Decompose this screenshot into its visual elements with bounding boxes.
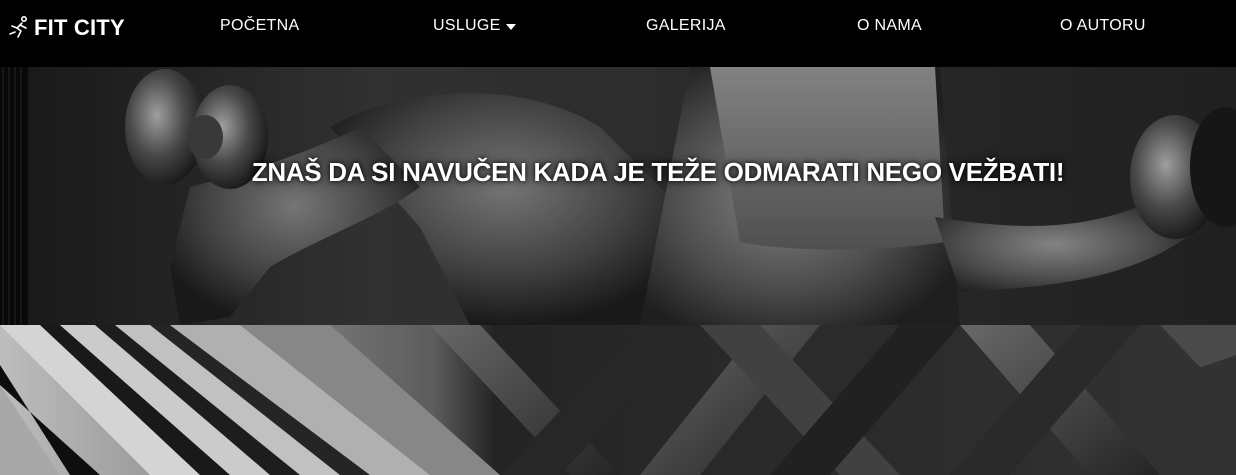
nav-item-galerija[interactable]: GALERIJA xyxy=(646,17,726,35)
nav-item-o-nama[interactable]: O NAMA xyxy=(857,17,922,35)
hero-title: ZNAŠ DA SI NAVUČEN KADA JE TEŽE ODMARATI… xyxy=(251,157,1065,187)
secondary-banner xyxy=(0,325,1236,475)
brand-name: FIT CITY xyxy=(34,15,125,40)
top-navbar: FIT CITY POČETNA USLUGE GALERIJA O NAMA … xyxy=(0,0,1236,67)
secondary-background-image xyxy=(0,325,1236,475)
nav-item-pocetna[interactable]: POČETNA xyxy=(220,17,299,35)
nav-item-usluge[interactable]: USLUGE xyxy=(433,17,516,35)
nav-item-label: O NAMA xyxy=(857,17,922,34)
hero-background-image xyxy=(0,67,1236,325)
nav-item-o-autoru[interactable]: O AUTORU xyxy=(1060,17,1146,35)
nav-item-label: USLUGE xyxy=(433,17,501,34)
nav-item-label: O AUTORU xyxy=(1060,17,1146,34)
hero-banner: ZNAŠ DA SI NAVUČEN KADA JE TEŽE ODMARATI… xyxy=(0,67,1236,325)
nav-item-label: GALERIJA xyxy=(646,17,726,34)
brand-logo-link[interactable]: FIT CITY xyxy=(8,14,125,42)
caret-down-icon xyxy=(505,23,516,30)
runner-logo-icon xyxy=(9,15,28,38)
nav-item-label: POČETNA xyxy=(220,17,300,34)
